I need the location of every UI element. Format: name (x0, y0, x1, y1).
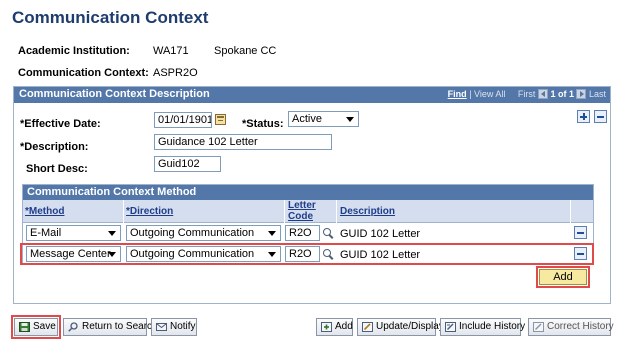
chevron-down-icon (346, 117, 354, 122)
notify-icon (156, 323, 167, 331)
save-button[interactable]: Save (14, 318, 58, 336)
last-label: Last (588, 89, 606, 99)
column-description[interactable]: Description (340, 206, 395, 217)
update-display-icon (362, 322, 373, 332)
add-mode-label: Add (335, 321, 353, 332)
add-row-icon[interactable] (577, 110, 590, 123)
method-select[interactable]: E-Mail (26, 225, 121, 241)
column-letter-code-line2[interactable]: Code (288, 211, 313, 222)
row-count: 1 of 1 (550, 89, 574, 99)
return-to-search-button[interactable]: Return to Search (63, 318, 158, 336)
panel-title: Communication Context Description (19, 88, 210, 100)
method-grid-header: Communication Context Method (23, 185, 593, 200)
description-label: *Description: (20, 141, 89, 153)
chevron-down-icon (108, 231, 116, 236)
column-letter-code-line1[interactable]: Letter (288, 200, 316, 211)
calendar-icon[interactable] (215, 114, 226, 125)
academic-institution-code: WA171 (153, 45, 189, 57)
status-label: *Status: (242, 118, 284, 130)
notify-label: Notify (170, 321, 196, 332)
delete-row-icon[interactable] (594, 110, 607, 123)
find-link[interactable]: Find (448, 89, 467, 99)
row-highlight (20, 243, 594, 265)
column-direction[interactable]: *Direction (126, 206, 173, 217)
page-title: Communication Context (12, 8, 209, 27)
context-description-header: Communication Context Description Find |… (14, 87, 610, 103)
panel-navigation: Find | View All First 1 of 1 Last (447, 89, 606, 99)
academic-institution-name: Spokane CC (214, 45, 277, 57)
save-icon (19, 322, 30, 332)
search-icon[interactable] (323, 228, 334, 239)
method-value: E-Mail (30, 227, 62, 239)
correct-history-icon (533, 322, 544, 332)
column-method[interactable]: *Method (25, 206, 64, 217)
correct-history-button[interactable]: Correct History (528, 318, 614, 336)
letter-code-field[interactable]: R2O (285, 225, 320, 241)
communication-context-value: ASPR2O (153, 67, 198, 79)
short-desc-label: Short Desc: (26, 163, 88, 175)
include-history-icon (445, 322, 456, 332)
notify-button[interactable]: Notify (151, 318, 197, 336)
status-value: Active (292, 113, 322, 125)
add-mode-icon (321, 322, 332, 332)
description-field[interactable]: Guidance 102 Letter (154, 134, 332, 150)
previous-arrow-icon[interactable] (537, 89, 548, 99)
method-grid-title: Communication Context Method (27, 186, 197, 198)
return-to-search-label: Return to Search (82, 321, 158, 332)
include-history-button[interactable]: Include History (440, 318, 525, 336)
effective-date-label: *Effective Date: (20, 118, 101, 130)
correct-history-label: Correct History (547, 321, 614, 332)
direction-select[interactable]: Outgoing Communication (126, 225, 281, 241)
add-mode-button[interactable]: Add (316, 318, 353, 336)
row-description: GUID 102 Letter (340, 228, 421, 240)
save-label: Save (33, 321, 56, 332)
chevron-down-icon (268, 231, 276, 236)
return-search-icon (68, 322, 78, 332)
status-select[interactable]: Active (288, 111, 359, 127)
add-button[interactable]: Add (539, 269, 587, 285)
update-display-label: Update/Display (376, 321, 444, 332)
delete-row-icon[interactable] (574, 226, 587, 239)
short-desc-field[interactable]: Guid102 (154, 156, 221, 172)
communication-context-label: Communication Context: (18, 67, 149, 79)
include-history-label: Include History (459, 321, 526, 332)
effective-date-field[interactable]: 01/01/1901 (154, 112, 212, 128)
academic-institution-label: Academic Institution: (18, 45, 130, 57)
first-label: First (517, 89, 536, 99)
update-display-button[interactable]: Update/Display (357, 318, 444, 336)
view-all-link[interactable]: View All (474, 89, 505, 99)
direction-value: Outgoing Communication (130, 227, 255, 239)
next-arrow-icon[interactable] (576, 89, 587, 99)
